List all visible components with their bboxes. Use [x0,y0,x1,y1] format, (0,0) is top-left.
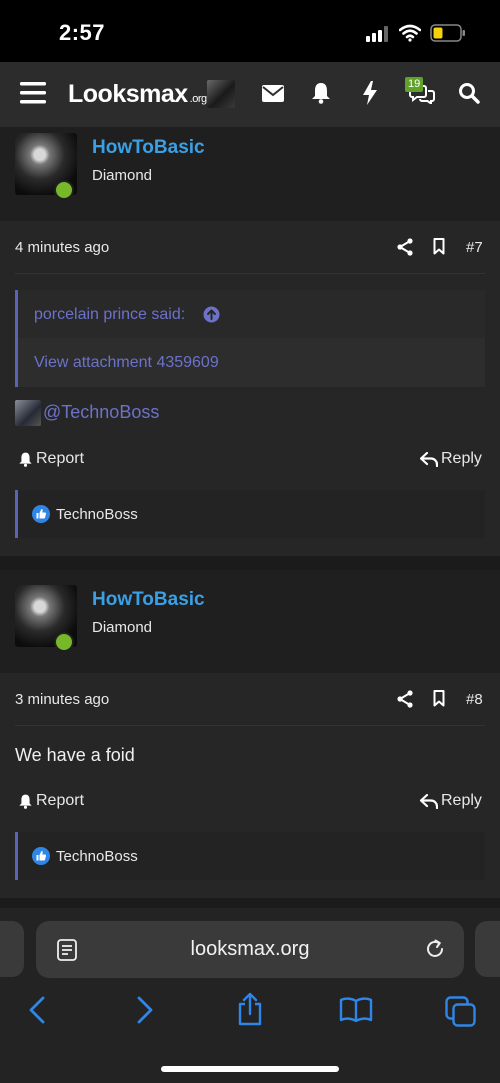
post-user-rank: Diamond [92,619,153,636]
forward-icon[interactable] [136,996,154,1024]
home-indicator [161,1066,339,1072]
browser-toolbar: looksmax.org [0,908,500,1083]
logo-text: Looksmax [68,80,188,108]
previous-tab-preview[interactable] [0,921,24,977]
quote-header: porcelain prince said: [18,290,485,338]
like-icon [32,505,50,523]
battery-icon [430,24,466,42]
bell-icon [19,794,32,809]
post-7: 4 minutes ago #7 porcelain prince said: … [0,221,500,556]
wifi-icon [399,24,421,42]
divider [15,725,485,726]
report-label: Report [36,792,85,809]
reply-button[interactable]: Reply [420,450,482,468]
reactions-bar[interactable]: TechnoBoss [15,490,485,538]
post-8: 3 minutes ago #8 We have a foid Report R… [0,673,500,898]
logo-domain: .org [189,93,207,105]
status-time: 2:57 [59,20,106,45]
quote-author-link[interactable]: porcelain prince said: [34,306,185,324]
tabs-icon[interactable] [445,996,477,1028]
post-user-block: HowToBasic Diamond [0,570,500,673]
post-user-block: HowToBasic Diamond [0,127,500,221]
reactions-bar[interactable]: TechnoBoss [15,832,485,880]
attachment-link[interactable]: View attachment 4359609 [34,354,219,372]
reply-icon [420,793,438,809]
bell-icon [19,452,32,467]
share-sheet-icon[interactable] [236,992,264,1026]
post-number[interactable]: #8 [466,691,483,708]
site-header: Looksmax .org 19 [0,62,500,127]
post-time[interactable]: 4 minutes ago [15,239,109,256]
bookmark-icon[interactable] [433,238,445,255]
bolt-icon[interactable] [362,81,378,105]
status-bar: 2:57 [0,0,500,62]
reply-label: Reply [441,792,482,809]
reply-label: Reply [441,450,482,467]
back-icon[interactable] [28,996,46,1024]
share-icon[interactable] [397,690,413,708]
quote-body: View attachment 4359609 [18,338,485,387]
online-indicator [54,180,74,200]
like-icon [32,847,50,865]
alerts-badge: 19 [405,77,424,92]
share-icon[interactable] [397,238,413,256]
post-text: We have a foid [15,745,135,765]
url-text[interactable]: looksmax.org [36,938,464,961]
post-separator [0,556,500,570]
user-avatar[interactable] [207,80,235,108]
bookmark-icon[interactable] [433,690,445,707]
reload-icon[interactable] [424,938,446,960]
bell-icon[interactable] [311,82,331,104]
report-button[interactable]: Report [18,450,84,468]
cellular-signal-icon [366,26,390,42]
post-number[interactable]: #7 [466,239,483,256]
post-user-rank: Diamond [92,167,153,184]
reaction-user: TechnoBoss [56,505,138,523]
next-tab-preview[interactable] [475,921,500,977]
mention-link[interactable]: @TechnoBoss [43,402,159,423]
bookmarks-icon[interactable] [339,997,373,1023]
reply-icon [420,451,438,467]
address-bar[interactable]: looksmax.org [36,921,464,978]
mention-avatar [15,400,41,426]
report-label: Report [36,450,85,467]
search-icon[interactable] [458,82,480,104]
reply-button[interactable]: Reply [420,792,482,810]
arrow-up-circle-icon[interactable] [203,306,220,323]
mail-icon[interactable] [262,85,284,102]
post-username[interactable]: HowToBasic [92,589,205,611]
post-username[interactable]: HowToBasic [92,137,205,159]
report-button[interactable]: Report [18,792,84,810]
hamburger-icon[interactable] [20,82,46,104]
post-time[interactable]: 3 minutes ago [15,691,109,708]
quote-block: porcelain prince said: View attachment 4… [15,290,485,387]
reaction-user: TechnoBoss [56,847,138,865]
online-indicator [54,632,74,652]
divider [15,273,485,274]
site-logo[interactable]: Looksmax .org [68,80,207,109]
